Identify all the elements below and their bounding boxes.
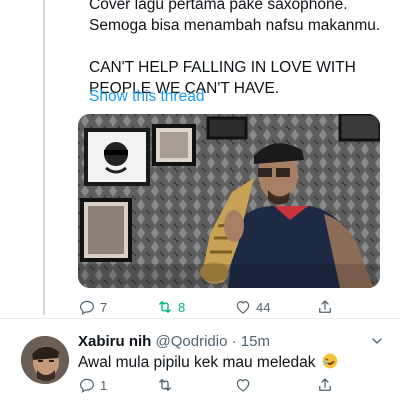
share-icon xyxy=(319,300,331,313)
chevron-down-icon xyxy=(372,338,382,344)
reply-header: Xabiru nih @Qodridio · 15m xyxy=(78,333,270,350)
retweet-icon xyxy=(159,379,171,391)
tweet-media-image[interactable] xyxy=(78,114,380,288)
reply-text-content: Awal mula pipilu kek mau meledak xyxy=(78,354,316,371)
tweet-text-line: Cover lagu pertama pake saxophone. xyxy=(89,0,348,13)
heart-icon xyxy=(236,379,250,392)
retweet-count: 8 xyxy=(178,299,186,315)
rolling-on-floor-laughing-icon xyxy=(322,353,338,369)
reply-retweet-button[interactable] xyxy=(156,376,234,394)
reply-icon xyxy=(80,378,94,393)
reply-count: 7 xyxy=(100,299,108,315)
reply-text: Awal mula pipilu kek mau meledak xyxy=(78,353,338,372)
reply-reply-count: 1 xyxy=(100,377,108,393)
reply-author-name[interactable]: Xabiru nih xyxy=(78,333,151,350)
show-thread-link[interactable]: Show this thread xyxy=(89,88,204,106)
tweet-text-line: Semoga bisa menambah nafsu makanmu. xyxy=(89,17,381,34)
tweet-text: Cover lagu pertama pake saxophone. Semog… xyxy=(89,0,389,99)
reply-button[interactable]: 7 xyxy=(78,298,156,316)
like-count: 44 xyxy=(256,299,271,315)
reply-like-button[interactable] xyxy=(234,376,316,394)
retweet-button[interactable]: 8 xyxy=(156,298,234,316)
reply-actions: 1 xyxy=(78,375,358,395)
tweet-actions: 7 8 44 xyxy=(78,297,358,317)
avatar[interactable] xyxy=(21,336,69,384)
reply-timestamp[interactable]: · 15m xyxy=(232,333,270,350)
thread-line xyxy=(43,0,45,315)
more-options-button[interactable] xyxy=(369,333,385,354)
like-button[interactable]: 44 xyxy=(234,298,316,316)
heart-icon xyxy=(236,301,250,314)
tweet-text-line: CAN'T HELP FALLING IN LOVE WITH xyxy=(89,59,356,76)
divider xyxy=(0,318,400,319)
share-button[interactable] xyxy=(316,298,334,316)
reply-share-button[interactable] xyxy=(316,376,334,394)
reply-reply-button[interactable]: 1 xyxy=(78,376,156,394)
reply-author-handle[interactable]: @Qodridio xyxy=(156,333,228,350)
share-icon xyxy=(319,378,331,391)
reply-icon xyxy=(80,300,94,315)
retweet-icon xyxy=(159,301,171,313)
